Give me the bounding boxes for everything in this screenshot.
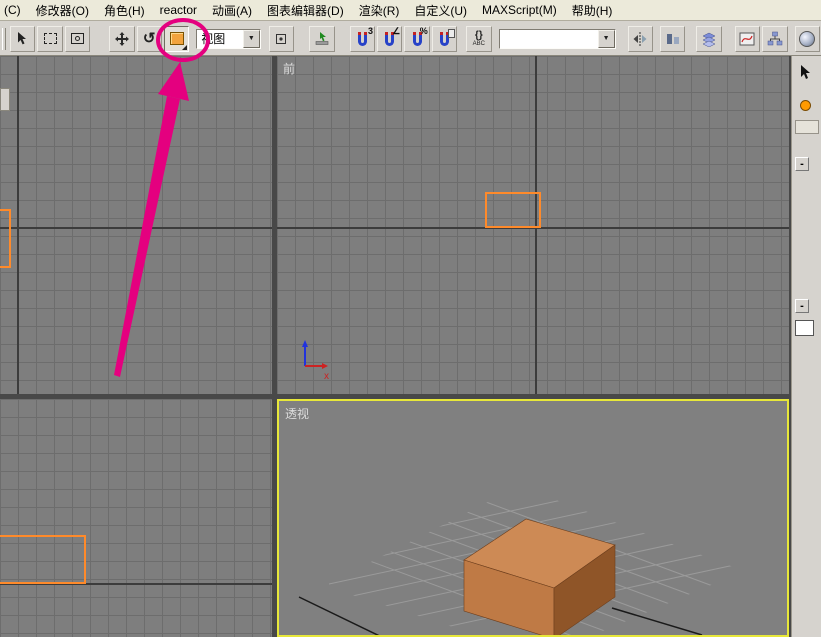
schematic-view-button[interactable] bbox=[762, 26, 787, 52]
dock-handle[interactable] bbox=[0, 88, 10, 111]
percent-snap-button[interactable]: % bbox=[404, 26, 429, 52]
align-button[interactable] bbox=[660, 26, 685, 52]
curve-editor-icon bbox=[739, 31, 755, 47]
spinner-snap-button[interactable] bbox=[432, 26, 457, 52]
axis-tripod: x bbox=[295, 338, 337, 382]
use-pivot-center-button[interactable] bbox=[269, 26, 294, 52]
menu-item-rendering[interactable]: 渲染(R) bbox=[359, 2, 400, 19]
menu-item-reactor[interactable]: reactor bbox=[160, 3, 197, 17]
percent-label: % bbox=[420, 27, 428, 37]
viewport-label: 透视 bbox=[285, 405, 309, 422]
manipulate-icon bbox=[314, 31, 330, 47]
menu-item-customize[interactable]: 自定义(U) bbox=[414, 2, 467, 19]
geometry-category-icon[interactable] bbox=[800, 100, 811, 111]
mirror-button[interactable] bbox=[628, 26, 653, 52]
braces-label: {} bbox=[475, 31, 483, 41]
menu-item-help[interactable]: 帮助(H) bbox=[572, 2, 613, 19]
dropdown-arrow-icon[interactable]: ▼ bbox=[243, 30, 260, 48]
layers-icon bbox=[701, 31, 717, 47]
z-axis-arrow bbox=[302, 340, 308, 347]
menu-item-character[interactable]: 角色(H) bbox=[104, 2, 145, 19]
abc-label: ABC bbox=[473, 41, 485, 47]
curve-editor-button[interactable] bbox=[735, 26, 760, 52]
viewport-bottom-left[interactable] bbox=[0, 399, 272, 637]
material-sphere-icon bbox=[799, 31, 815, 47]
x-axis-arrow bbox=[322, 363, 328, 369]
selection-region-icon bbox=[44, 33, 57, 44]
snap-count-label: 3 bbox=[368, 27, 373, 37]
align-icon bbox=[665, 31, 681, 47]
spinner-icon bbox=[448, 29, 455, 38]
angle-snap-button[interactable]: ∠ bbox=[377, 26, 402, 52]
viewport-label: 前 bbox=[283, 60, 295, 77]
x-axis-label: x bbox=[324, 371, 329, 382]
snap-toggle-button[interactable]: 3 bbox=[350, 26, 375, 52]
menu-item-modifiers[interactable]: 修改器(O) bbox=[36, 2, 89, 19]
main-toolbar: ↺ 视图 ▼ 3 ∠ bbox=[0, 22, 821, 56]
viewport-front[interactable]: 前 x bbox=[277, 56, 789, 394]
move-icon bbox=[114, 31, 130, 47]
layer-manager-button[interactable] bbox=[696, 26, 721, 52]
world-axis-line bbox=[17, 56, 19, 394]
menu-bar: (C) 修改器(O) 角色(H) reactor 动画(A) 图表编辑器(D) … bbox=[0, 0, 821, 21]
mirror-icon bbox=[632, 31, 648, 47]
magnet-icon bbox=[358, 35, 367, 46]
selection-rectangle bbox=[485, 192, 541, 228]
menu-item-maxscript[interactable]: MAXScript(M) bbox=[482, 3, 557, 17]
material-editor-button[interactable] bbox=[795, 26, 820, 52]
scale-icon bbox=[170, 32, 184, 45]
dropdown-arrow-icon[interactable]: ▼ bbox=[598, 30, 615, 48]
window-crossing-toggle-button[interactable] bbox=[65, 26, 90, 52]
select-and-scale-button[interactable] bbox=[164, 26, 189, 52]
selection-rectangle bbox=[0, 209, 11, 268]
rollout-collapse-button[interactable]: - bbox=[795, 299, 809, 313]
viewport-top-left[interactable] bbox=[0, 56, 272, 394]
panel-tab-stub[interactable] bbox=[795, 120, 819, 134]
angle-label: ∠ bbox=[392, 27, 400, 37]
perspective-scene bbox=[279, 401, 787, 635]
selection-rectangle bbox=[0, 535, 86, 584]
menu-item-graph-editors[interactable]: 图表编辑器(D) bbox=[267, 2, 344, 19]
select-and-manipulate-button[interactable] bbox=[309, 26, 334, 52]
pivot-center-icon bbox=[273, 31, 289, 47]
window-crossing-icon bbox=[71, 33, 84, 44]
menu-item-animation[interactable]: 动画(A) bbox=[212, 2, 252, 19]
select-object-button[interactable] bbox=[10, 26, 35, 52]
command-panel: - - bbox=[791, 56, 821, 637]
cursor-icon bbox=[15, 31, 31, 47]
edit-named-selections-button[interactable]: {} ABC bbox=[466, 26, 491, 52]
named-selection-sets-dropdown[interactable]: ▼ bbox=[499, 29, 616, 49]
reference-coordinate-system-dropdown[interactable]: 视图 ▼ bbox=[196, 29, 260, 49]
rollout-collapse-button[interactable]: - bbox=[795, 157, 809, 171]
select-and-move-button[interactable] bbox=[109, 26, 134, 52]
toolbar-grip[interactable] bbox=[2, 28, 6, 50]
menu-item-edit[interactable]: (C) bbox=[4, 3, 21, 17]
rotate-icon: ↺ bbox=[143, 31, 156, 46]
select-and-rotate-button[interactable]: ↺ bbox=[137, 26, 162, 52]
rectangular-selection-region-button[interactable] bbox=[37, 26, 62, 52]
coordinate-dropdown-value: 视图 bbox=[201, 30, 225, 47]
select-cursor-icon[interactable] bbox=[798, 64, 814, 82]
viewport-perspective[interactable]: 透视 bbox=[277, 399, 789, 637]
flyout-corner-icon bbox=[182, 45, 187, 50]
color-swatch[interactable] bbox=[795, 320, 814, 336]
schematic-view-icon bbox=[767, 31, 783, 47]
world-axis-line bbox=[0, 227, 272, 229]
